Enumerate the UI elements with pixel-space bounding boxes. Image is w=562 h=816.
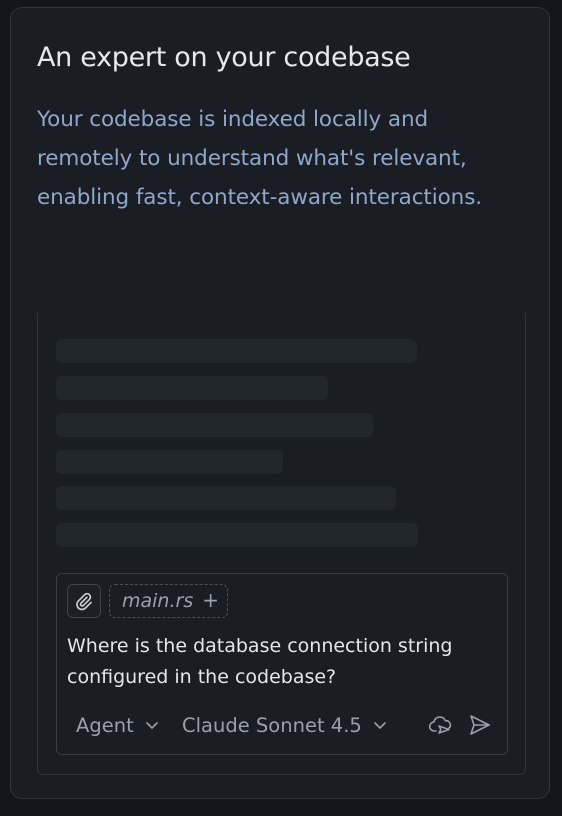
paperclip-icon [74, 591, 94, 611]
send-button[interactable] [465, 710, 495, 740]
file-chip-name: main.rs [122, 590, 194, 612]
chevron-down-icon [144, 717, 160, 733]
model-dropdown[interactable]: Claude Sonnet 4.5 [182, 710, 388, 740]
send-icon [468, 713, 492, 737]
feature-card: An expert on your codebase Your codebase… [10, 7, 550, 799]
card-title: An expert on your codebase [37, 42, 411, 73]
card-description: Your codebase is indexed locally and rem… [37, 107, 483, 210]
skeleton-line [56, 486, 396, 510]
model-label: Claude Sonnet 4.5 [182, 713, 362, 737]
skeleton-line [56, 450, 283, 474]
mode-dropdown[interactable]: Agent [76, 710, 160, 740]
chat-footer: Agent Claude Sonnet 4.5 [67, 710, 497, 740]
attach-button[interactable] [67, 584, 101, 618]
context-file-chip[interactable]: main.rs + [109, 584, 228, 618]
chevron-down-icon [372, 717, 388, 733]
skeleton-line [56, 523, 418, 547]
add-context-icon[interactable]: + [202, 590, 219, 610]
mode-label: Agent [76, 713, 134, 737]
skeleton-line [56, 339, 417, 363]
skeleton-line [56, 413, 373, 437]
chat-message-text[interactable]: Where is the database connection string … [67, 631, 487, 693]
cloud-send-icon [428, 713, 454, 737]
skeleton-line [56, 376, 328, 400]
chat-input-box[interactable]: main.rs + Where is the database connecti… [56, 573, 508, 755]
cloud-send-button[interactable] [426, 710, 456, 740]
chat-demo-panel: main.rs + Where is the database connecti… [37, 313, 526, 775]
